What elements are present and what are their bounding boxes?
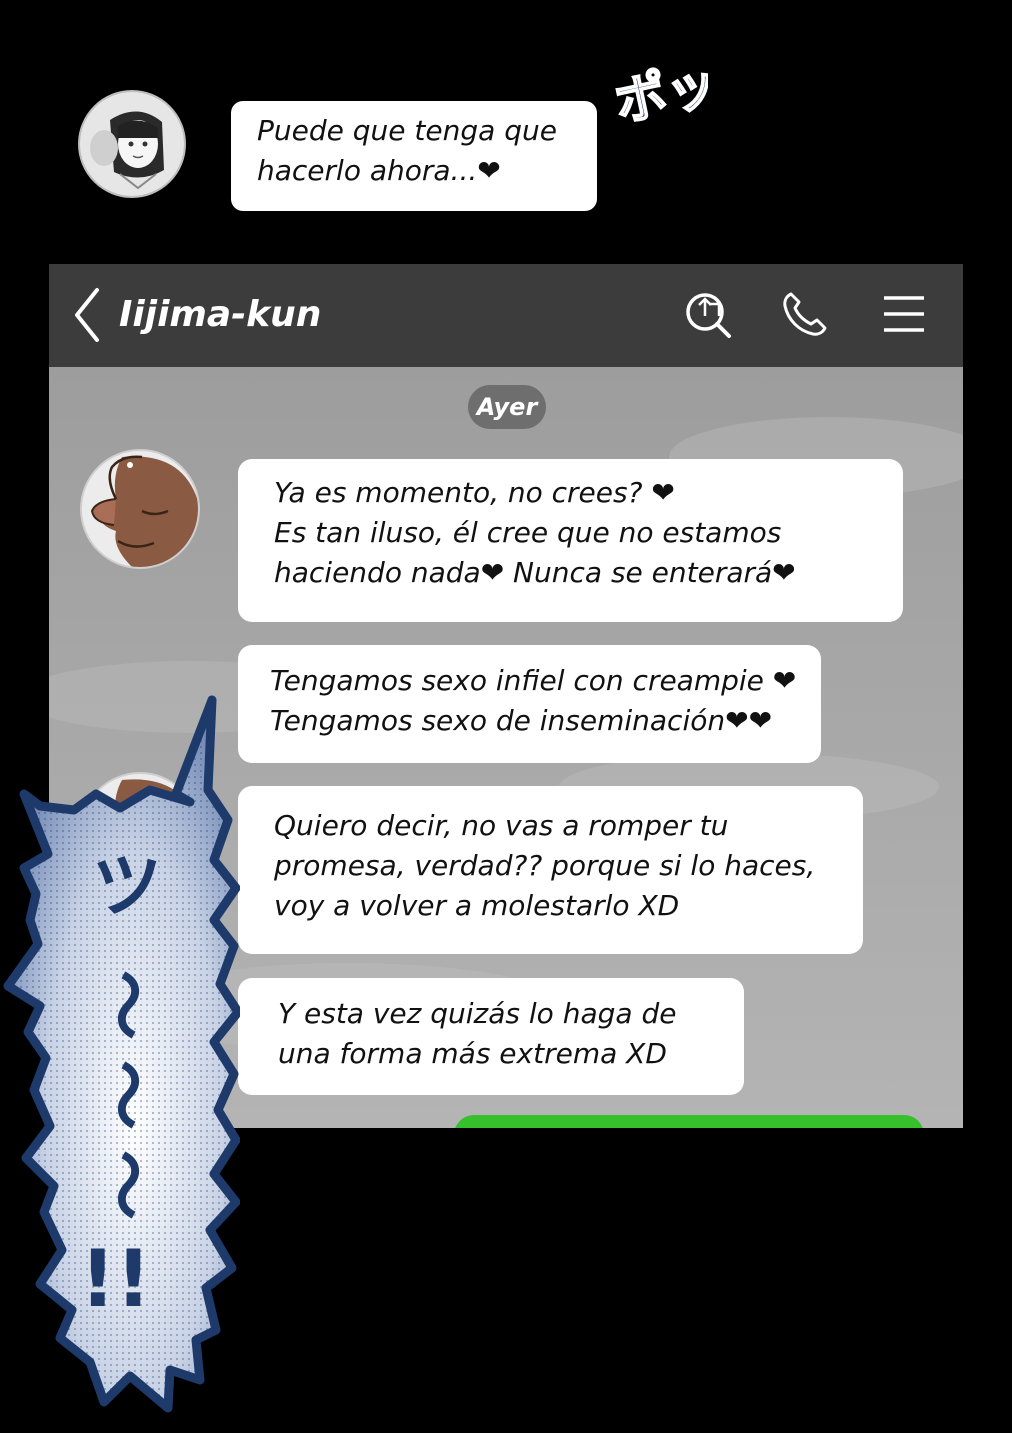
contact-name[interactable]: Iijima-kun — [119, 288, 321, 342]
top-message-bubble: Puede que tenga que hacerlo ahora...❤ — [231, 101, 597, 211]
message-text: Quiero decir, no vas a romper tu promesa… — [274, 809, 816, 922]
date-separator: Ayer — [468, 385, 546, 429]
message-bubble: Tengamos sexo infiel con creampie ❤ Teng… — [238, 645, 821, 763]
sfx-char-2: 〜 — [85, 970, 167, 1040]
top-avatar — [78, 90, 186, 198]
menu-icon[interactable] — [882, 294, 926, 334]
search-icon[interactable] — [683, 288, 735, 340]
sfx-po-text: ポッ — [612, 54, 708, 134]
sfx-char-1: ツ — [92, 845, 162, 927]
message-text: Tengamos sexo infiel con creampie ❤ Teng… — [270, 664, 797, 737]
sent-message-bubble — [454, 1115, 924, 1128]
sound-effect-po: ポッ — [612, 53, 708, 135]
contact-avatar[interactable] — [80, 449, 200, 569]
avatar-face-icon — [82, 451, 198, 567]
sfx-char-5: !! — [80, 1235, 151, 1325]
back-icon[interactable] — [71, 286, 103, 344]
message-text: Y esta vez quizás lo haga de una forma m… — [278, 997, 677, 1070]
message-text: Ya es momento, no crees? ❤ Es tan iluso,… — [274, 476, 796, 589]
message-bubble: Y esta vez quizás lo haga de una forma m… — [238, 978, 744, 1095]
avatar-illustration — [80, 92, 184, 196]
sfx-speech-balloon: ツ 〜 〜 〜 !! — [3, 695, 240, 1413]
chat-header: Iijima-kun — [49, 264, 963, 367]
sfx-char-4: 〜 — [85, 1150, 167, 1220]
sfx-char-3: 〜 — [85, 1060, 167, 1130]
message-bubble: Quiero decir, no vas a romper tu promesa… — [238, 786, 863, 954]
message-bubble: Ya es momento, no crees? ❤ Es tan iluso,… — [238, 459, 903, 622]
call-icon[interactable] — [781, 290, 829, 338]
top-message-text: Puede que tenga que hacerlo ahora...❤ — [257, 114, 557, 187]
